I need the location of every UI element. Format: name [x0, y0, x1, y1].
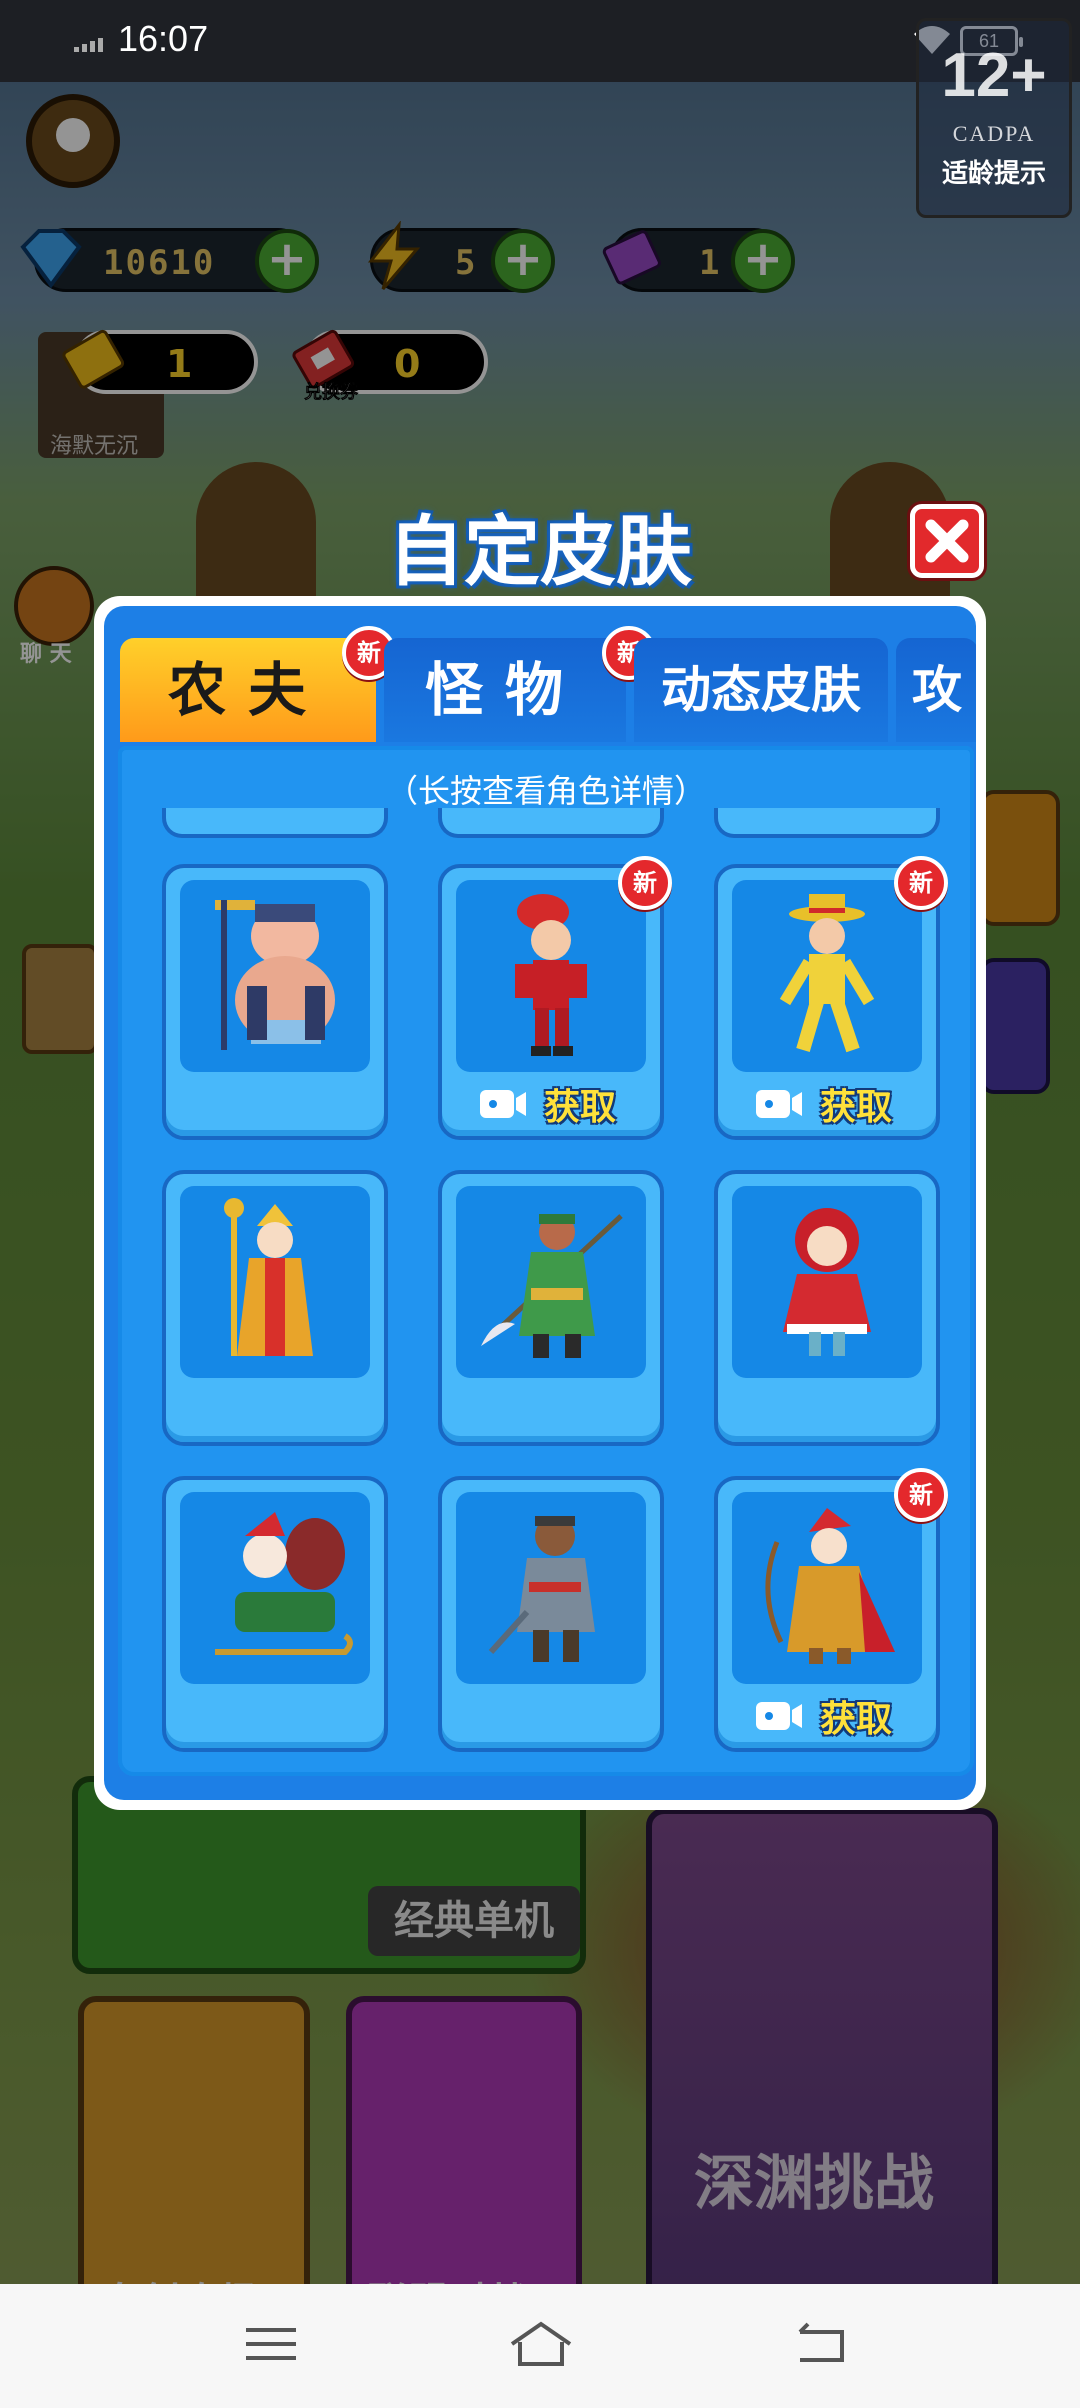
get-skin-label: 获取	[820, 1087, 893, 1128]
get-skin-button[interactable]: 获取	[478, 1082, 616, 1128]
skin-card-red-hood-girl[interactable]	[714, 1170, 940, 1446]
tab-monster-label: 怪物	[424, 656, 585, 724]
close-button[interactable]	[910, 504, 984, 578]
skin-portrait	[732, 1186, 922, 1378]
age-rating-number: 12+	[941, 41, 1047, 110]
age-rating-tip: 适龄提示	[941, 159, 1046, 189]
tab-farmer[interactable]: 农夫	[120, 638, 376, 742]
get-skin-button[interactable]: 获取	[754, 1082, 892, 1128]
skin-card-yellow-suit-dancer[interactable]: 获取 新	[714, 856, 948, 1140]
skin-portrait	[456, 880, 646, 1072]
pig-general-icon	[215, 900, 335, 1050]
get-skin-label: 获取	[544, 1087, 617, 1128]
close-icon	[925, 519, 969, 563]
skin-portrait	[456, 1492, 646, 1684]
green-general-icon	[481, 1214, 623, 1358]
skin-card-green-general[interactable]	[438, 1170, 664, 1446]
get-skin-button[interactable]: 获取	[754, 1694, 892, 1740]
menu-icon[interactable]	[236, 2312, 306, 2376]
tab-monster[interactable]: 怪物	[384, 638, 626, 742]
age-rating-org: CADPA	[952, 121, 1036, 146]
skin-card-armored-general[interactable]	[438, 1476, 664, 1752]
skin-card-santa-sleigh[interactable]	[162, 1476, 388, 1752]
red-hair-warrior-icon	[515, 894, 587, 1056]
skin-portrait	[180, 1186, 370, 1378]
skin-card-red-hair-warrior[interactable]: 获取 新	[438, 856, 672, 1140]
back-icon[interactable]	[786, 2312, 856, 2376]
tab-dynamic-skin-label: 动态皮肤	[661, 661, 861, 719]
skin-portrait	[180, 880, 370, 1072]
dialog-body: 农夫 新 怪物 新 动态皮肤 攻 （长按查看角色详情） 获取 新 获取 新 获取…	[104, 606, 976, 1800]
skin-portrait	[732, 1492, 922, 1684]
system-nav-bar	[0, 2284, 1080, 2408]
skin-portrait	[456, 1186, 646, 1378]
yellow-suit-dancer-icon	[779, 894, 875, 1053]
golden-monk-icon	[224, 1198, 313, 1356]
skin-card-golden-archer[interactable]: 获取 新	[714, 1468, 948, 1752]
video-icon	[480, 1090, 526, 1118]
santa-sleigh-icon	[215, 1512, 353, 1655]
home-icon[interactable]	[506, 2312, 576, 2376]
video-icon	[756, 1090, 802, 1118]
age-rating-badge: 12+ CADPA 适龄提示	[916, 18, 1072, 218]
signal-icon	[74, 36, 110, 52]
skin-card-golden-monk[interactable]	[162, 1170, 388, 1446]
golden-archer-icon	[765, 1508, 895, 1664]
skin-portrait	[180, 1492, 370, 1684]
new-badge: 新	[618, 856, 672, 910]
get-skin-label: 获取	[820, 1699, 893, 1740]
skin-grid: 获取 新 获取 新 获取 新	[118, 746, 974, 1776]
video-icon	[756, 1702, 802, 1730]
tab-bar: 农夫 新 怪物 新 动态皮肤 攻	[118, 626, 976, 746]
armored-general-icon	[488, 1516, 595, 1662]
tab-attack[interactable]: 攻	[896, 638, 976, 742]
status-time: 16:07	[118, 18, 209, 59]
skin-dialog: 农夫 新 怪物 新 动态皮肤 攻 （长按查看角色详情） 获取 新 获取 新 获取…	[94, 596, 986, 1810]
skin-panel[interactable]: （长按查看角色详情） 获取 新 获取 新 获取 新	[118, 746, 974, 1776]
skin-portrait	[732, 880, 922, 1072]
new-badge: 新	[894, 856, 948, 910]
dialog-title: 自定皮肤	[388, 507, 692, 596]
red-hood-girl-icon	[783, 1208, 871, 1356]
tab-farmer-label: 农夫	[167, 656, 328, 724]
tab-dynamic-skin[interactable]: 动态皮肤	[634, 638, 888, 742]
tab-attack-label: 攻	[912, 661, 962, 719]
new-badge: 新	[894, 1468, 948, 1522]
skin-card-pig-general[interactable]	[162, 864, 388, 1140]
